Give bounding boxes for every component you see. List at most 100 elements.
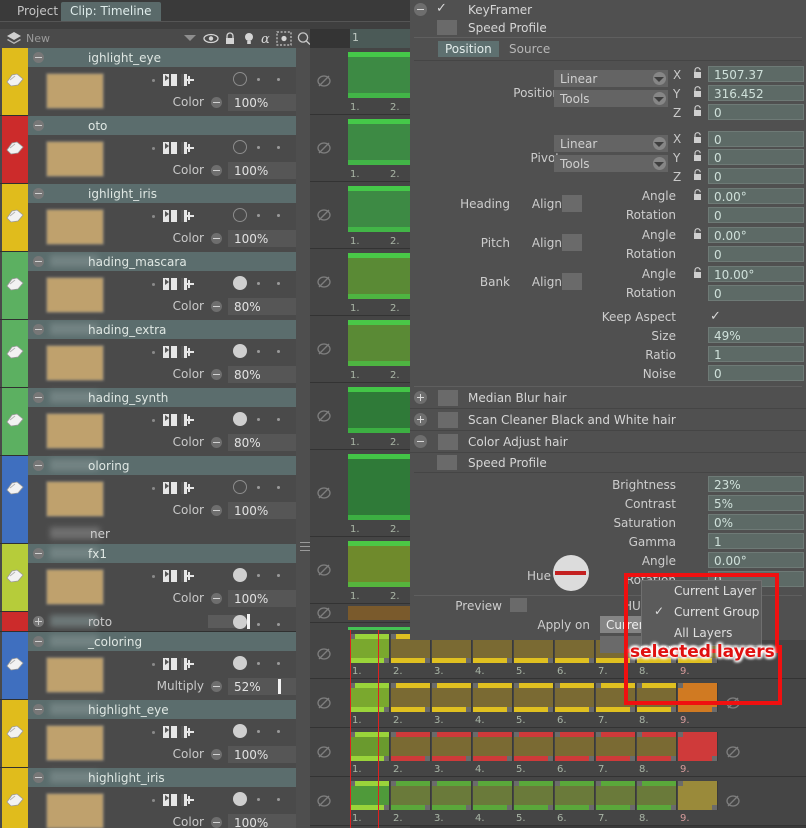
keyframe-dot[interactable] — [257, 662, 260, 665]
layer-expander-icon[interactable] — [33, 460, 44, 471]
no-effect-icon[interactable] — [316, 341, 332, 357]
hand-tag-icon[interactable] — [4, 410, 26, 428]
layer-expander-icon[interactable] — [33, 324, 44, 335]
pivot-y-field[interactable]: 0 — [708, 149, 804, 165]
hand-tag-icon[interactable] — [4, 138, 26, 156]
lock-icon[interactable] — [691, 66, 704, 80]
keyframe-dot[interactable] — [277, 730, 280, 733]
effect-expander-icon[interactable] — [414, 435, 427, 448]
opacity-decrement-button[interactable] — [211, 681, 222, 692]
layer-expander-icon[interactable] — [33, 636, 44, 647]
flip-icon[interactable] — [163, 794, 177, 806]
lightbulb-icon[interactable] — [241, 31, 257, 46]
layer-thumbnail[interactable] — [46, 725, 104, 761]
alpha-icon[interactable]: α — [259, 31, 275, 47]
rotation-field[interactable]: 0 — [708, 285, 804, 301]
timeline-cell[interactable] — [514, 732, 554, 761]
timeline-cell[interactable] — [391, 683, 431, 712]
layer-name-row[interactable]: oloring — [28, 456, 310, 475]
keyframe-marker[interactable] — [233, 568, 247, 582]
timeline-cell[interactable] — [350, 683, 390, 712]
size-field[interactable]: 49% — [708, 327, 804, 343]
layer-name-row[interactable]: ighlight_eye — [28, 48, 310, 67]
dropdown-option[interactable]: All Layers — [642, 623, 761, 644]
layer-blend-label[interactable]: Color — [148, 231, 204, 245]
layer-blend-label[interactable]: Color — [148, 367, 204, 381]
timeline-cell[interactable] — [514, 781, 554, 810]
rotation-field[interactable]: 0 — [708, 246, 804, 262]
keyframe-dot[interactable] — [257, 146, 260, 149]
timeline-clip[interactable] — [348, 186, 410, 232]
layer-name-row[interactable]: fx1 — [28, 544, 310, 563]
tab-position[interactable]: Position — [438, 41, 499, 57]
no-effect-icon[interactable] — [316, 744, 332, 760]
add-layer-icon[interactable] — [181, 726, 195, 738]
timeline-track-row[interactable]: 1. 2. — [310, 537, 410, 604]
position-z-field[interactable]: 0 — [708, 104, 804, 120]
layer-expander-icon[interactable] — [33, 772, 44, 783]
flip-icon[interactable] — [163, 414, 177, 426]
position-interp-dropdown[interactable]: Linear — [554, 70, 668, 87]
effects-list[interactable]: Median Blur hair Scan Cleaner Black and W… — [410, 387, 806, 453]
layer-name-row[interactable]: oto — [28, 116, 310, 135]
hue-color-wheel[interactable] — [553, 555, 589, 591]
timeline-cell[interactable] — [473, 732, 513, 761]
layer-expander-icon[interactable] — [33, 548, 44, 559]
angle-field[interactable]: 0.00° — [708, 188, 804, 204]
pivot-tools-dropdown[interactable]: Tools — [554, 155, 668, 172]
keyframe-marker[interactable] — [233, 140, 247, 154]
lock-icon[interactable] — [691, 227, 704, 241]
no-effect-icon[interactable] — [316, 562, 332, 578]
flip-icon[interactable] — [163, 726, 177, 738]
no-effect-icon[interactable] — [316, 485, 332, 501]
opacity-decrement-button[interactable] — [211, 301, 222, 312]
timeline-track-row[interactable]: 1. 2. — [310, 115, 410, 182]
color-adjust-field[interactable]: 5% — [708, 495, 804, 511]
keyframe-dot[interactable] — [277, 623, 280, 626]
timeline-clip[interactable] — [348, 320, 410, 366]
layer-expander-icon[interactable] — [33, 392, 44, 403]
timeline-clip[interactable] — [348, 253, 410, 299]
playhead-line[interactable] — [378, 630, 379, 828]
layer-blend-label[interactable]: Color — [148, 815, 204, 828]
keyframe-dot[interactable] — [277, 350, 280, 353]
align-checkbox[interactable] — [562, 273, 582, 290]
apply-on-options-menu[interactable]: Current Layer ✓ Current Group All Layers — [641, 580, 762, 646]
keyframe-dot[interactable] — [277, 418, 280, 421]
ratio-field[interactable]: 1 — [708, 346, 804, 362]
hand-tag-icon[interactable] — [4, 70, 26, 88]
keyframe-marker[interactable] — [233, 656, 247, 670]
layer-thumbnail[interactable] — [46, 73, 104, 109]
keyframe-dot[interactable] — [277, 574, 280, 577]
hand-tag-icon[interactable] — [4, 478, 26, 496]
no-effect-icon[interactable] — [316, 207, 332, 223]
add-layer-icon[interactable] — [181, 794, 195, 806]
effect-enable-checkbox[interactable] — [438, 434, 458, 450]
no-effect-icon[interactable] — [316, 274, 332, 290]
keyframe-dot[interactable] — [257, 623, 260, 626]
add-layer-icon[interactable] — [181, 210, 195, 222]
timeline-cell[interactable] — [350, 781, 390, 810]
layer-row[interactable]: ighlight_iris Color 100% — [0, 184, 310, 252]
timeline-track-row[interactable]: 1. 2. 3. 4. 5. 6. 7. 8. 9. — [310, 777, 806, 826]
opacity-decrement-button[interactable] — [211, 437, 222, 448]
no-effect-icon[interactable] — [316, 605, 332, 621]
timeline-cell[interactable] — [432, 781, 472, 810]
keyframe-dot[interactable] — [257, 78, 260, 81]
keyframe-marker[interactable] — [233, 344, 247, 358]
layer-blend-label[interactable]: Color — [148, 163, 204, 177]
layer-row[interactable]: highlight_eye Color 100% — [0, 700, 310, 768]
timeline-cell[interactable] — [678, 683, 718, 712]
speed-profile-checkbox[interactable] — [437, 455, 457, 470]
position-tools-dropdown[interactable]: Tools — [554, 90, 668, 107]
add-layer-icon[interactable] — [181, 658, 195, 670]
hand-tag-icon[interactable] — [4, 654, 26, 672]
layer-name-row[interactable]: _coloring — [28, 632, 310, 651]
keyframe-dot[interactable] — [277, 486, 280, 489]
timeline-cell[interactable] — [555, 781, 595, 810]
layer-opacity-slider[interactable] — [247, 614, 250, 629]
color-adjust-field[interactable]: 1 — [708, 533, 804, 549]
hand-tag-icon[interactable] — [4, 274, 26, 292]
opacity-decrement-button[interactable] — [211, 505, 222, 516]
tab-clip-timeline[interactable]: Clip: Timeline — [61, 2, 161, 21]
